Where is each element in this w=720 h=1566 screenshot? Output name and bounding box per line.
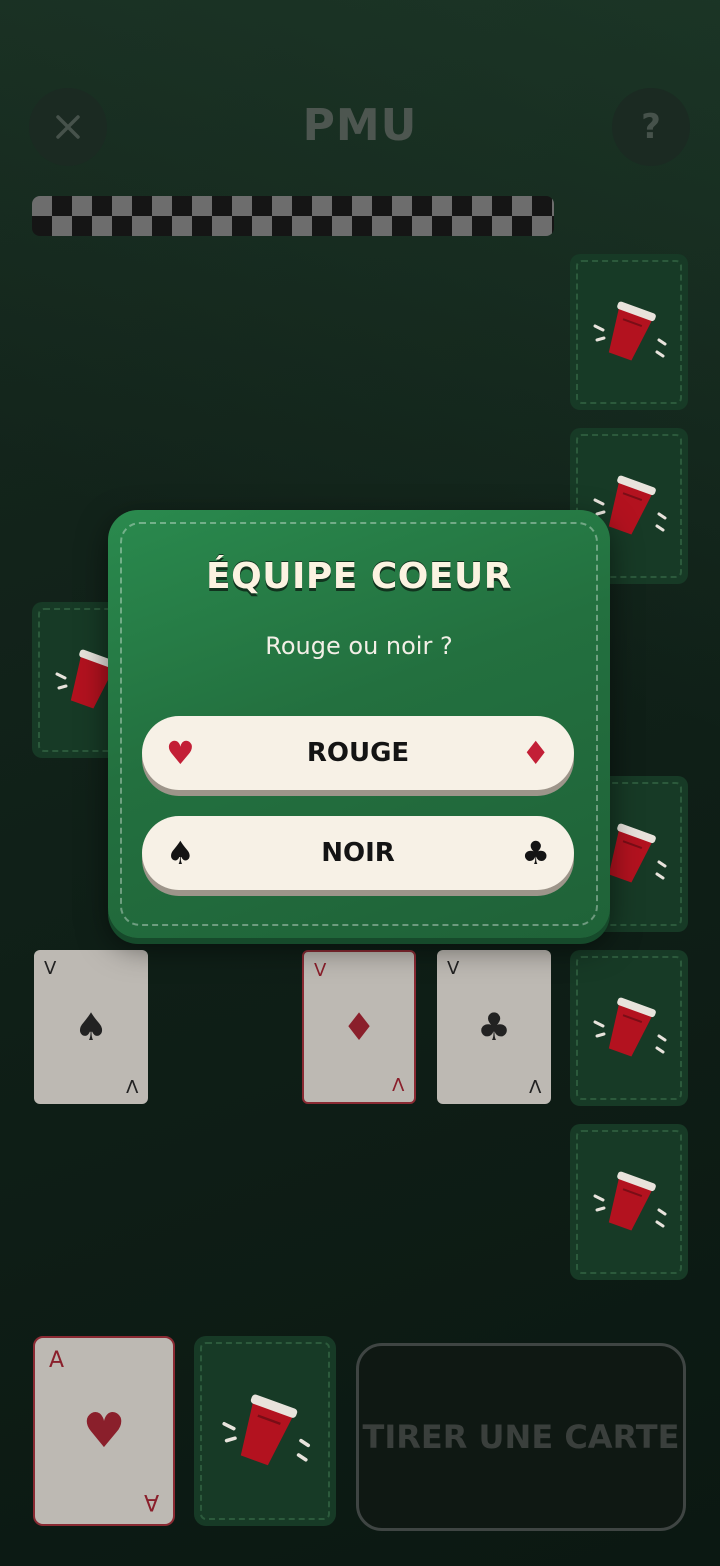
face-down-card[interactable]	[570, 1124, 688, 1280]
diamond-icon: ♦	[341, 1005, 377, 1049]
diamond-icon: ♦	[521, 734, 550, 772]
help-button[interactable]: ?	[612, 88, 690, 166]
card-rank: V	[447, 958, 460, 979]
club-icon: ♣	[521, 834, 550, 872]
color-choice-dialog: ÉQUIPE COEUR Rouge ou noir ? ♥ ROUGE ♦ ♠…	[108, 510, 610, 938]
card-rank: A	[49, 1348, 65, 1373]
club-icon: ♣	[476, 1005, 512, 1049]
help-icon: ?	[641, 107, 661, 147]
face-down-card[interactable]	[570, 254, 688, 410]
dialog-question: Rouge ou noir ?	[265, 632, 453, 660]
red-cup-icon	[593, 1171, 667, 1231]
spade-icon: ♠	[73, 1005, 109, 1049]
heart-icon: ♥	[166, 734, 195, 772]
heart-icon: ♥	[82, 1403, 126, 1459]
draw-card-button[interactable]: TIRER UNE CARTE	[356, 1343, 686, 1531]
noir-label: NOIR	[321, 838, 395, 868]
card-rank: A	[143, 1489, 159, 1514]
race-progress-track	[32, 196, 554, 236]
hand-card[interactable]: A ♥ A	[33, 1336, 175, 1526]
played-card: V ♦ V	[302, 950, 416, 1104]
spade-icon: ♠	[166, 834, 195, 872]
played-card: V ♠ V	[34, 950, 148, 1104]
red-cup-icon	[593, 301, 667, 361]
rouge-label: ROUGE	[306, 738, 410, 768]
rouge-button[interactable]: ♥ ROUGE ♦	[142, 716, 574, 790]
face-down-card[interactable]	[570, 950, 688, 1106]
noir-button[interactable]: ♠ NOIR ♣	[142, 816, 574, 890]
card-rank: V	[528, 1075, 541, 1096]
red-cup-icon	[222, 1394, 310, 1466]
card-rank: V	[314, 960, 327, 981]
dialog-title: ÉQUIPE COEUR	[206, 556, 512, 597]
red-cup-icon	[593, 997, 667, 1057]
card-rank: V	[44, 958, 57, 979]
played-card: V ♣ V	[437, 950, 551, 1104]
deck[interactable]	[194, 1336, 336, 1526]
card-rank: V	[391, 1073, 404, 1094]
card-rank: V	[125, 1075, 138, 1096]
